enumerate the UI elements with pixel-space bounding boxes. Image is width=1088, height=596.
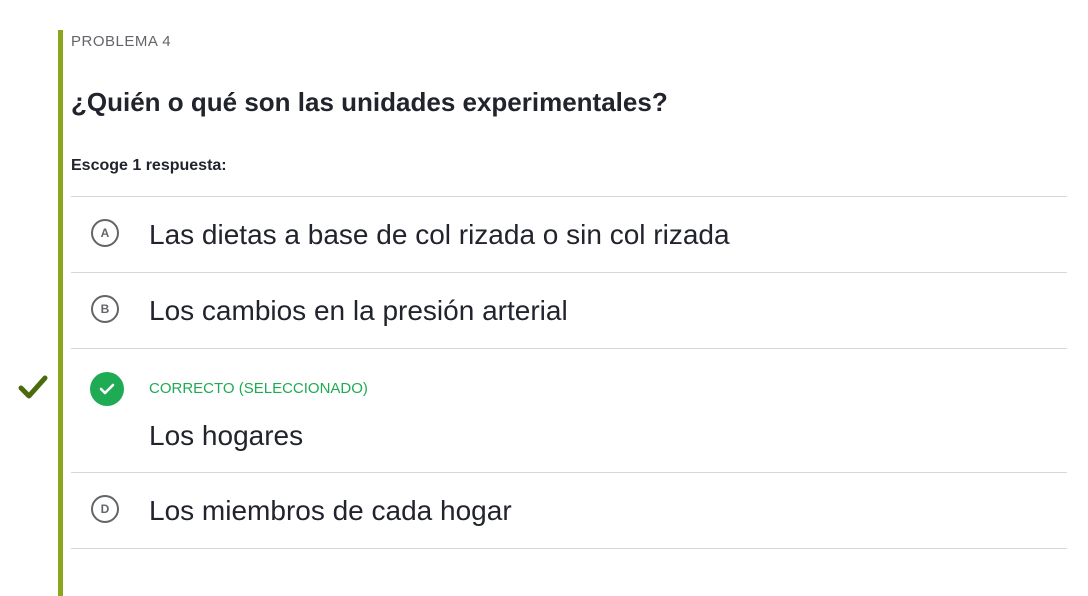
choice-letter-b: B: [91, 295, 119, 323]
choice-b[interactable]: B Los cambios en la presión arterial: [71, 273, 1067, 349]
choice-a[interactable]: A Las dietas a base de col rizada o sin …: [71, 197, 1067, 273]
problem-panel: PROBLEMA 4 ¿Quién o qué son las unidades…: [71, 30, 1067, 549]
question-text: ¿Quién o qué son las unidades experiment…: [71, 87, 668, 117]
problem-accent-bar: [58, 30, 63, 596]
choice-d[interactable]: D Los miembros de cada hogar: [71, 473, 1067, 549]
choice-text-a: Las dietas a base de col rizada o sin co…: [149, 219, 730, 250]
choice-text-b: Los cambios en la presión arterial: [149, 295, 568, 326]
choice-list: A Las dietas a base de col rizada o sin …: [71, 196, 1067, 549]
problem-number: PROBLEMA 4: [71, 33, 172, 50]
correct-status-label: CORRECTO (SELECCIONADO): [149, 380, 368, 397]
choice-letter-a: A: [91, 219, 119, 247]
choice-text-d: Los miembros de cada hogar: [149, 495, 512, 526]
answer-instruction: Escoge 1 respuesta:: [71, 157, 227, 174]
choice-text-c: Los hogares: [149, 420, 304, 451]
checkmark-icon: [99, 383, 115, 395]
choice-letter-d: D: [91, 495, 119, 523]
correct-indicator: [90, 372, 124, 406]
choice-c[interactable]: CORRECTO (SELECCIONADO) Los hogares: [71, 349, 1067, 473]
correct-check-icon: [18, 375, 48, 399]
